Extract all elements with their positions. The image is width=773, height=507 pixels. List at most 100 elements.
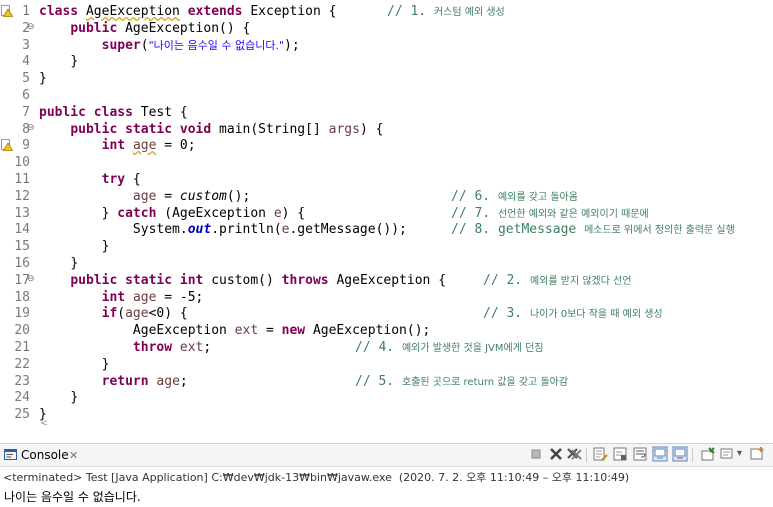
code-line[interactable]: 10 bbox=[0, 154, 773, 171]
code-line[interactable]: 20 AgeException ext = new AgeException()… bbox=[0, 322, 773, 339]
terminate-icon[interactable] bbox=[528, 446, 544, 462]
static-field: out bbox=[187, 222, 212, 238]
code-line[interactable]: 14 System.out.println(e.getMessage()); //… bbox=[0, 221, 773, 238]
code-line[interactable]: 4 } bbox=[0, 53, 773, 70]
code-line[interactable]: 18 int age = -5; bbox=[0, 289, 773, 306]
java-editor[interactable]: 1 class AgeException extends Exception {/… bbox=[0, 0, 773, 432]
local-variable: args bbox=[328, 121, 360, 137]
code-text: } bbox=[70, 256, 79, 271]
line-number: 15 bbox=[14, 239, 30, 255]
code-comment: // 7. 선언한 예외와 같은 예외이기 때문에 bbox=[451, 205, 649, 221]
word-wrap-icon[interactable] bbox=[632, 446, 648, 462]
code-line[interactable]: 17 ⊖ public static int custom() throws Ag… bbox=[0, 272, 773, 289]
line-number: 23 bbox=[14, 373, 30, 389]
pin-console-icon[interactable] bbox=[700, 446, 716, 462]
remove-all-terminated-icon[interactable] bbox=[566, 446, 582, 462]
code-text: public static void main(String[] args) { bbox=[70, 121, 384, 137]
display-selected-console-icon[interactable] bbox=[720, 446, 736, 462]
code-text: super("나이는 음수일 수 없습니다."); bbox=[101, 37, 300, 53]
fold-toggle-icon[interactable]: ⊖ bbox=[27, 122, 35, 134]
keyword: new bbox=[281, 323, 306, 339]
console-tab-bar: Console ✕ ▾ bbox=[0, 444, 773, 467]
console-icon bbox=[4, 449, 17, 460]
code-line[interactable]: 6 bbox=[0, 87, 773, 104]
line-number: 11 bbox=[14, 172, 30, 187]
show-on-stderr-icon[interactable] bbox=[672, 446, 688, 462]
local-variable: age bbox=[125, 306, 149, 322]
scroll-lock-icon[interactable] bbox=[612, 446, 628, 462]
code-line[interactable]: 9 int age = 0; bbox=[0, 137, 773, 154]
code-line[interactable]: 25} bbox=[0, 406, 773, 423]
class-name-warning: AgeException bbox=[85, 4, 180, 19]
code-line[interactable]: 3 super("나이는 음수일 수 없습니다."); bbox=[0, 37, 773, 54]
line-number: 22 bbox=[14, 356, 30, 372]
line-number: 14 bbox=[14, 222, 30, 238]
code-line[interactable]: 5} bbox=[0, 70, 773, 87]
keyword: try bbox=[101, 172, 126, 187]
code-line[interactable]: 19 if(age<0) {// 3. 나이가 0보다 작을 때 예외 생성 bbox=[0, 305, 773, 322]
code-line[interactable]: 8 ⊖ public static void main(String[] args… bbox=[0, 121, 773, 138]
code-line[interactable]: 1 class AgeException extends Exception {/… bbox=[0, 3, 773, 20]
code-line[interactable]: 21 throw ext; // 4. 예외가 발생한 것을 JVM에게 던짐 bbox=[0, 339, 773, 356]
line-number: 24 bbox=[14, 390, 30, 406]
keyword: catch bbox=[117, 205, 157, 221]
code-line[interactable]: 11 try { bbox=[0, 171, 773, 188]
local-variable: ext bbox=[179, 340, 204, 355]
fold-toggle-icon[interactable]: ⊖ bbox=[27, 21, 35, 33]
keyword: int bbox=[101, 138, 126, 154]
open-console-icon[interactable] bbox=[750, 446, 766, 462]
code-line[interactable]: 12 age = custom(); // 6. 예외를 갖고 돌아옴 bbox=[0, 188, 773, 205]
toolbar-separator bbox=[586, 448, 587, 462]
code-line[interactable]: 2 ⊖ public AgeException() { bbox=[0, 20, 773, 37]
code-text: public AgeException() { bbox=[70, 20, 251, 36]
console-output[interactable]: 나이는 음수일 수 없습니다. bbox=[4, 490, 141, 504]
code-line[interactable]: 7 public class Test { bbox=[0, 104, 773, 121]
keyword: int bbox=[101, 289, 126, 305]
remove-launch-icon[interactable] bbox=[548, 446, 564, 462]
line-number: 16 bbox=[14, 256, 30, 271]
code-line[interactable]: 24 } bbox=[0, 389, 773, 406]
code-line[interactable]: 23 return age; // 5. 호출된 곳으로 return 값을 갖고… bbox=[0, 373, 773, 390]
keyword: if bbox=[101, 306, 118, 322]
fold-toggle-icon[interactable]: ⊖ bbox=[27, 273, 35, 285]
line-number: 19 bbox=[14, 306, 30, 322]
code-line[interactable]: 22 } bbox=[0, 356, 773, 373]
code-text: throw ext; bbox=[132, 340, 212, 355]
keyword: static bbox=[125, 121, 173, 137]
code-text: public class Test { bbox=[39, 104, 188, 120]
horizontal-scrollbar[interactable]: < bbox=[34, 418, 773, 432]
dropdown-chevron-icon[interactable]: ▾ bbox=[737, 446, 742, 462]
code-line[interactable]: 15 } bbox=[0, 238, 773, 255]
console-view[interactable]: Console ✕ ▾ <terminated> Test [Java Appl… bbox=[0, 443, 773, 507]
keyword: return bbox=[101, 373, 149, 389]
code-comment: // 4. 예외가 발생한 것을 JVM에게 던짐 bbox=[355, 340, 544, 355]
keyword: public bbox=[70, 272, 118, 288]
scroll-left-arrow-icon[interactable]: < bbox=[40, 418, 48, 429]
show-on-stdout-icon[interactable] bbox=[652, 446, 668, 462]
line-number: 25 bbox=[14, 407, 30, 423]
close-icon[interactable]: ✕ bbox=[69, 447, 78, 464]
code-text: } bbox=[101, 356, 110, 372]
code-text: } bbox=[101, 239, 110, 255]
line-number: 5 bbox=[22, 71, 30, 87]
keyword: void bbox=[179, 121, 212, 137]
code-text: class AgeException extends Exception { bbox=[39, 4, 337, 19]
keyword: class bbox=[93, 104, 133, 120]
code-line[interactable]: 16 } bbox=[0, 255, 773, 272]
clear-console-icon[interactable] bbox=[592, 446, 608, 462]
code-text: public static int custom() throws AgeExc… bbox=[70, 272, 447, 288]
terminated-status: <terminated> Test [Java Application] C:₩… bbox=[3, 471, 630, 484]
keyword: public bbox=[70, 121, 118, 137]
code-text: return age; bbox=[101, 373, 188, 389]
keyword: class bbox=[39, 4, 79, 19]
code-text: int age = 0; bbox=[101, 138, 196, 154]
code-text: } bbox=[39, 71, 47, 87]
line-number: 8 bbox=[22, 121, 30, 137]
keyword: static bbox=[125, 272, 173, 288]
code-comment: // 1. 커스텀 예외 생성 bbox=[387, 4, 505, 19]
code-line[interactable]: 13 } catch (AgeException e) {// 7. 선언한 예… bbox=[0, 205, 773, 222]
code-text: } catch (AgeException e) { bbox=[101, 205, 306, 221]
console-tab-label: Console bbox=[21, 448, 69, 462]
local-variable: age bbox=[132, 289, 157, 305]
keyword: throw bbox=[132, 340, 173, 355]
